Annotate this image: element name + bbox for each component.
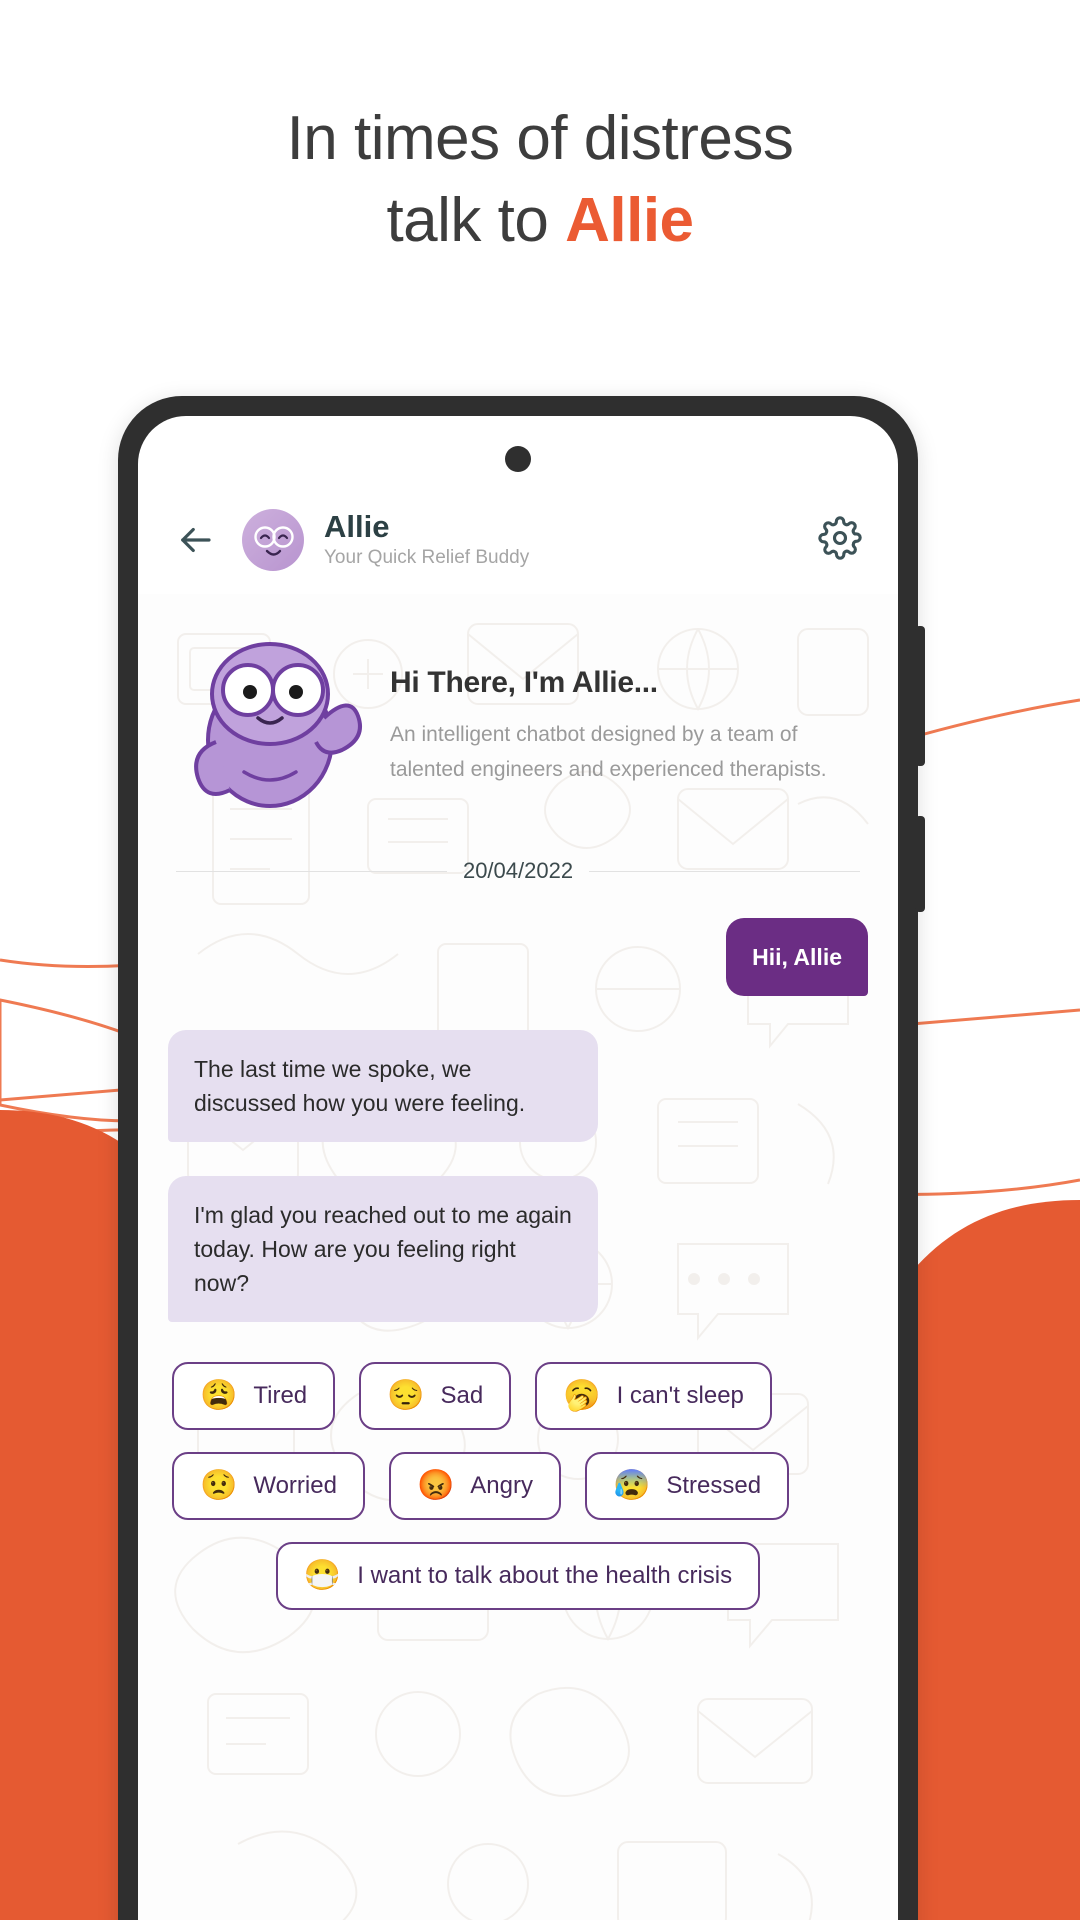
- message-row-allie-1: The last time we spoke, we discussed how…: [168, 1030, 868, 1143]
- chat-subtitle: Your Quick Relief Buddy: [324, 547, 530, 569]
- chat-header: Allie Your Quick Relief Buddy: [138, 486, 898, 594]
- quick-reply-tired[interactable]: 😩 Tired: [172, 1362, 336, 1431]
- intro-title: Hi There, I'm Allie...: [390, 666, 658, 700]
- divider-line-left: [176, 870, 447, 872]
- intro-description: An intelligent chatbot designed by a tea…: [390, 723, 827, 781]
- gear-icon[interactable]: [818, 515, 862, 560]
- chip-label: Stressed: [666, 1472, 762, 1500]
- settings-button[interactable]: [818, 515, 862, 565]
- phone-screen: Allie Your Quick Relief Buddy Hi There, …: [138, 416, 898, 1920]
- worried-emoji-icon: 😟: [200, 1469, 238, 1503]
- sad-emoji-icon: 😔: [387, 1379, 425, 1413]
- message-row-allie-2: I'm glad you reached out to me again tod…: [168, 1176, 868, 1323]
- phone-power-button: [915, 816, 925, 912]
- yawning-emoji-icon: 🥱: [563, 1379, 601, 1413]
- masked-emoji-icon: 😷: [303, 1559, 342, 1593]
- chip-label: I can't sleep: [616, 1382, 744, 1410]
- chat-title: Allie: [324, 508, 390, 544]
- stressed-emoji-icon: 😰: [613, 1469, 651, 1503]
- quick-reply-partial-row: 😷 I want to talk about the health crisis: [168, 1542, 868, 1611]
- chip-label: Worried: [253, 1472, 337, 1500]
- quick-reply-cant-sleep[interactable]: 🥱 I can't sleep: [535, 1362, 772, 1431]
- headline-brand: Allie: [565, 185, 694, 255]
- chat-content: Hi There, I'm Allie... An intelligent ch…: [138, 594, 898, 1611]
- quick-reply-sad[interactable]: 😔 Sad: [359, 1362, 512, 1431]
- phone-mockup: Allie Your Quick Relief Buddy Hi There, …: [118, 396, 925, 1920]
- quick-reply-stressed[interactable]: 😰 Stressed: [585, 1452, 790, 1521]
- chip-label: Angry: [470, 1472, 533, 1500]
- intro-card: Hi There, I'm Allie... An intelligent ch…: [168, 594, 868, 844]
- tired-emoji-icon: 😩: [200, 1379, 238, 1413]
- chat-body: Hi There, I'm Allie... An intelligent ch…: [138, 594, 898, 1920]
- promo-headline: In times of distress talk to Allie: [0, 98, 1080, 262]
- quick-reply-worried[interactable]: 😟 Worried: [172, 1452, 365, 1521]
- headline-line-2: talk to Allie: [0, 180, 1080, 262]
- chip-label: Tired: [253, 1382, 308, 1410]
- front-camera-dot: [505, 446, 531, 472]
- quick-reply-angry[interactable]: 😡 Angry: [388, 1452, 561, 1521]
- chip-label: Sad: [440, 1382, 484, 1410]
- chip-label: I want to talk about the health crisis: [357, 1562, 733, 1590]
- quick-reply-health-crisis[interactable]: 😷 I want to talk about the health crisis: [275, 1542, 761, 1611]
- date-label: 20/04/2022: [462, 858, 574, 883]
- angry-emoji-icon: 😡: [416, 1469, 455, 1503]
- date-divider: 20/04/2022: [176, 858, 861, 884]
- quick-reply-chips: 😩 Tired 😔 Sad 🥱 I can't sleep 😟 Worried: [168, 1362, 868, 1521]
- headline-line-1: In times of distress: [286, 104, 794, 173]
- headline-prefix: talk to: [386, 185, 566, 255]
- avatar: [242, 509, 304, 571]
- phone-volume-button: [915, 626, 925, 766]
- allie-mascot: [194, 642, 362, 808]
- message-row-user: Hii, Allie: [168, 918, 868, 997]
- chat-bubble-user: Hii, Allie: [726, 918, 868, 997]
- back-arrow-icon[interactable]: [174, 519, 216, 561]
- divider-line-right: [589, 870, 861, 872]
- intro-text: Hi There, I'm Allie... An intelligent ch…: [390, 666, 862, 788]
- chat-bubble-allie: The last time we spoke, we discussed how…: [168, 1030, 598, 1143]
- header-titles: Allie Your Quick Relief Buddy: [324, 509, 529, 571]
- chat-bubble-allie: I'm glad you reached out to me again tod…: [168, 1176, 598, 1323]
